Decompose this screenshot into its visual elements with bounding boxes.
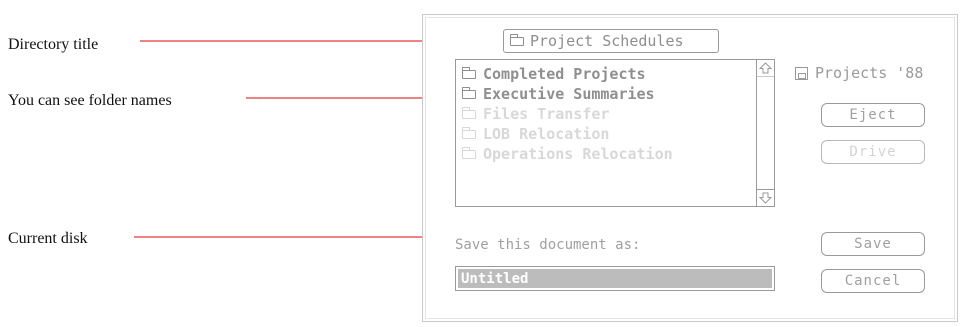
disk-icon [795, 66, 808, 80]
scrollbar[interactable] [756, 60, 774, 206]
directory-title-popup[interactable]: Project Schedules [503, 29, 719, 53]
filename-field[interactable]: Untitled [455, 266, 775, 291]
list-item-label: Files Transfer [483, 105, 610, 123]
save-dialog: Project Schedules Completed Projects Exe… [422, 14, 958, 322]
directory-title-label: Project Schedules [530, 32, 684, 50]
list-item-label: Executive Summaries [483, 85, 655, 103]
list-item[interactable]: Completed Projects [462, 64, 774, 84]
scroll-up-arrow-icon[interactable] [757, 60, 774, 77]
callout-directory-title: Directory title [8, 36, 99, 53]
current-disk: Projects '88 [795, 64, 923, 82]
cancel-button[interactable]: Cancel [821, 269, 925, 293]
eject-button[interactable]: Eject [821, 103, 925, 127]
filename-selection: Untitled [458, 269, 772, 288]
list-item-label: Operations Relocation [483, 145, 673, 163]
document-icon [462, 106, 476, 119]
list-item[interactable]: Executive Summaries [462, 84, 774, 104]
list-item-label: Completed Projects [483, 65, 646, 83]
document-icon [462, 146, 476, 159]
save-button[interactable]: Save [821, 232, 925, 256]
drive-button[interactable]: Drive [821, 140, 925, 164]
list-item: Files Transfer [462, 104, 774, 124]
folder-icon [509, 33, 524, 46]
callout-current-disk: Current disk [8, 230, 88, 247]
document-icon [462, 126, 476, 139]
save-prompt-label: Save this document as: [455, 237, 641, 253]
callout-folder-names: You can see folder names [8, 92, 172, 109]
folder-icon [462, 66, 476, 79]
folder-icon [462, 86, 476, 99]
disk-name: Projects '88 [815, 64, 924, 82]
list-item-label: LOB Relocation [483, 125, 610, 143]
list-item: Operations Relocation [462, 144, 774, 164]
list-item: LOB Relocation [462, 124, 774, 144]
scroll-down-arrow-icon[interactable] [757, 189, 774, 206]
file-list[interactable]: Completed Projects Executive Summaries F… [455, 59, 775, 207]
